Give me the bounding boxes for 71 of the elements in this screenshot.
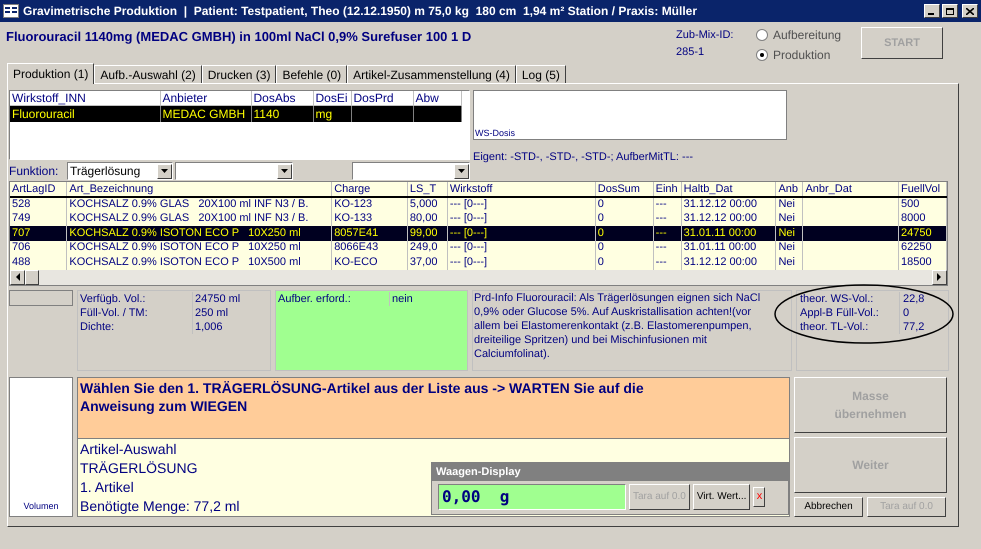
info-label: Verfügb. Vol.: <box>80 292 193 306</box>
info-value: nein <box>391 292 413 306</box>
info-value: 0 <box>902 306 910 320</box>
window-title: Gravimetrische Produktion | Patient: Testpatient, Theo (12.12.1950) m 75,0 kg 180 cm 1,94 m² Station / Praxis: Müller <box>23 3 698 20</box>
dropdown-arrow-icon <box>281 169 288 173</box>
table-row[interactable]: 528 KOCHSALZ 0.9% GLAS 20X100 ml INF N3 / B. KO-123 5,000 --- [0---] 0 --- 31.12.12 00:00 Nei 500 <box>10 197 946 212</box>
info-value: 24750 ml <box>194 292 240 306</box>
close-icon <box>966 8 974 14</box>
table-cell: Fluorouracil <box>10 106 160 122</box>
radio-label[interactable]: Produktion <box>773 46 830 64</box>
dropdown-field[interactable] <box>352 162 470 180</box>
tab[interactable]: Log (5) <box>516 65 566 83</box>
selection-text: 1. Artikel <box>80 478 134 496</box>
tab[interactable]: Artikel-Zusammenstellung (4) <box>347 65 516 83</box>
dropdown-arrow-icon <box>458 169 465 173</box>
info-value: 22,8 <box>902 292 924 306</box>
volume-gauge: Volumen <box>9 376 73 516</box>
info-value: 250 ml <box>194 306 228 320</box>
radio-button[interactable] <box>756 49 768 61</box>
info-value: 1,006 <box>194 320 223 334</box>
info-label: Dichte: <box>80 320 193 334</box>
dropdown-field[interactable]: Trägerlösung <box>67 162 173 180</box>
table-cell: MEDAC GMBH <box>160 106 251 122</box>
scale-display-title: Waagen-Display <box>432 462 788 480</box>
selection-text: TRÄGERLÖSUNG <box>80 458 198 478</box>
radio-label[interactable]: Aufbereitung <box>773 26 842 44</box>
scroll-arrow-button[interactable] <box>10 270 25 284</box>
maximize-icon <box>946 8 954 14</box>
ws-dosis-field: WS-Dosis <box>473 90 787 140</box>
product-info-text: Prd-Info Fluorouracil: Als Trägerlösungen eignen sich NaCl 0,9% oder Glucose 5%. Auf Auskristallisation achten!(vor allem bei Elastomerenkontakt (z.B. Elastomerenpumpen, dreiteilige Spritzen) und bei Mischinfusionen mit Calciumfolinat). <box>474 290 761 360</box>
order-title: Fluorouracil 1140mg (MEDAC GMBH) in 100ml NaCl 0,9% Surefuser 100 1 D <box>6 28 472 46</box>
info-label: Appl-B Füll-Vol.: <box>800 306 900 320</box>
action-button[interactable]: Virt. Wert... <box>692 484 750 510</box>
maximize-button[interactable] <box>942 4 958 18</box>
action-button[interactable]: Abbrechen <box>794 496 863 516</box>
dropdown-arrow-icon <box>161 169 168 173</box>
tab[interactable]: Befehle (0) <box>276 65 348 83</box>
selection-text: Benötigte Menge: 77,2 ml <box>80 496 240 516</box>
zub-mix-id: 285-1 <box>676 45 706 60</box>
table-row[interactable]: 706 KOCHSALZ 0.9% ISOTON ECO P 10X250 ml 8066E43 249,0 --- [0---] 0 --- 31.01.11 00:00 Nei 62250 <box>10 240 946 255</box>
horizontal-scrollbar[interactable] <box>10 270 947 284</box>
right-arrow-icon <box>937 273 942 281</box>
table-row[interactable]: 488 KOCHSALZ 0.9% ISOTON ECO P 10X500 ml KO-ECO 37,00 --- [0---] 0 --- 31.12.12 00:00 Nei 18500 <box>10 255 946 270</box>
radio-button[interactable] <box>756 29 768 41</box>
table-row[interactable]: 749 KOCHSALZ 0.9% GLAS 20X100 ml INF N3 / B. KO-133 80,00 --- [0---] 0 --- 31.12.12 00:00 Nei 8000 <box>10 212 946 226</box>
instruction-panel: Wählen Sie den 1. TRÄGERLÖSUNG-Artikel aus der Liste aus -> WARTEN Sie auf die Anweisung zum WIEGEN <box>77 376 790 438</box>
eigent-text: Eigent: -STD-, -STD-, -STD-; AufberMitTL: --- <box>473 150 694 165</box>
info-label: theor. WS-Vol.: <box>800 292 900 306</box>
status-indicator <box>9 290 73 306</box>
table-row[interactable]: Fluorouracil MEDAC GMBH 1140 mg <box>10 106 461 122</box>
info-value: 77,2 <box>902 320 924 334</box>
app-icon <box>3 4 19 18</box>
table-row[interactable]: 707 KOCHSALZ 0.9% ISOTON ECO P 10X250 ml 8057E41 99,00 --- [0---] 0 --- 31.01.11 00:00 Nei 24750 <box>10 226 946 240</box>
scale-reading: 0,00 g <box>438 484 626 510</box>
info-label: Aufber. erford.: <box>278 292 390 306</box>
tab[interactable]: Produktion (1) <box>7 63 94 84</box>
dropdown-field[interactable] <box>175 162 293 180</box>
info-label: Füll-Vol. / TM: <box>80 306 193 320</box>
selection-text: Artikel-Auswahl <box>80 440 176 458</box>
left-arrow-icon <box>15 273 20 281</box>
scrollbar-thumb[interactable] <box>25 270 39 284</box>
table-cell: 1140 <box>251 106 313 122</box>
info-label: theor. TL-Vol.: <box>800 320 900 334</box>
funktion-label: Funktion: <box>9 163 60 180</box>
tab[interactable]: Aufb.-Auswahl (2) <box>94 65 202 83</box>
scroll-arrow-button[interactable] <box>932 270 947 284</box>
minimize-button[interactable] <box>924 4 940 18</box>
close-button[interactable] <box>962 4 978 18</box>
zub-mix-label: Zub-Mix-ID: <box>676 28 734 43</box>
table-cell: mg <box>313 106 351 122</box>
tab[interactable]: Drucken (3) <box>202 65 276 83</box>
